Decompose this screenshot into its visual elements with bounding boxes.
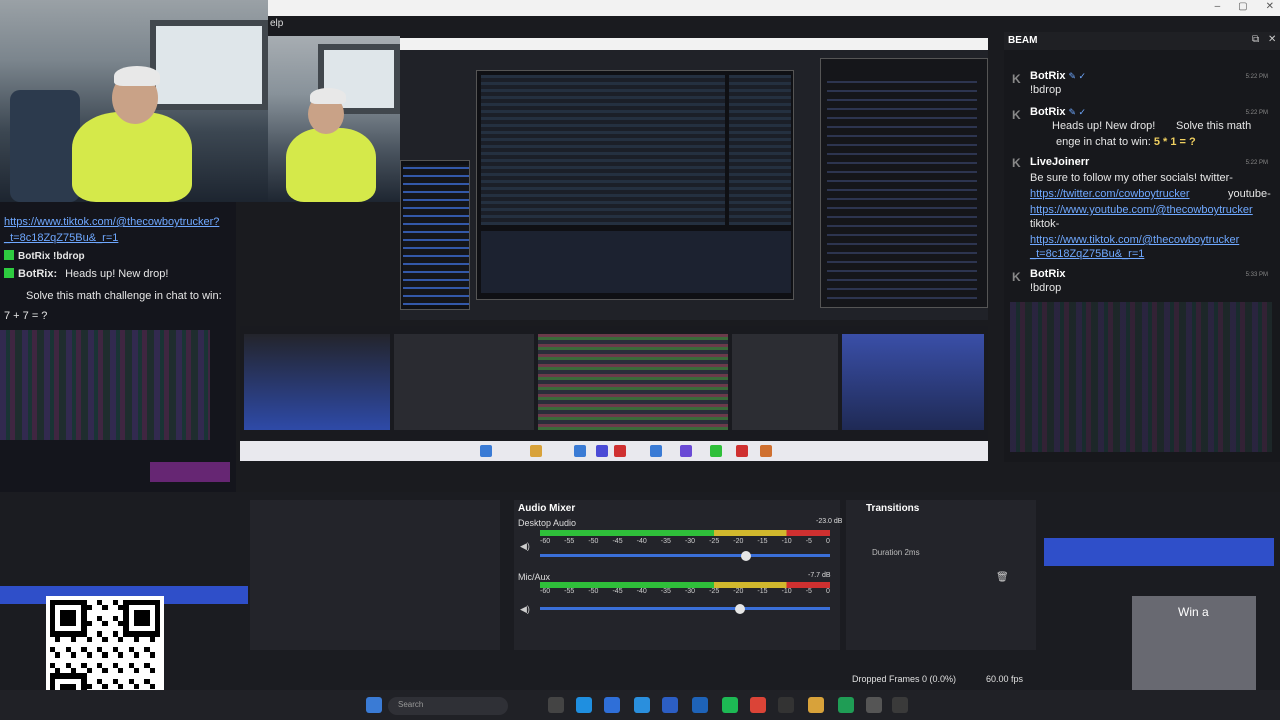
track-db: -23.0 dB (816, 518, 843, 525)
app-icon[interactable] (662, 697, 678, 713)
track-db: -7.7 dB (808, 572, 831, 579)
preview-canvas (400, 50, 988, 320)
meter-ticks: -60 -55 -50 -45 -40 -35 -30 -25 -20 -15 -10 -5 0 (540, 588, 830, 595)
start-icon[interactable] (366, 697, 382, 713)
minimize-icon[interactable]: – (1215, 1, 1221, 12)
glitch-area (150, 462, 230, 482)
message-text: youtube- (1228, 188, 1271, 200)
nested-chat (820, 58, 988, 308)
message-time: 5:33 PM (1245, 272, 1268, 278)
message-link[interactable]: https://www.youtube.com/@thecowboytrucke… (1030, 204, 1253, 216)
preview-titlebar (400, 38, 988, 50)
app-icon[interactable] (838, 697, 854, 713)
files-icon[interactable] (548, 697, 564, 713)
webcam-view (0, 0, 268, 202)
chat-message: BotRix ✎ ✓ (1030, 106, 1087, 118)
taskbar-search[interactable]: Search (388, 697, 508, 715)
maximize-icon[interactable]: ▢ (1238, 1, 1247, 12)
avatar: K (1012, 108, 1021, 122)
giveaway-text: Win a (1178, 605, 1209, 619)
bot-icon (4, 268, 14, 278)
avatar: K (1012, 72, 1021, 86)
chat-overlay: https://www.tiktok.com/@thecowboytrucker… (0, 202, 236, 492)
chat-message: BotRix !bdrop (4, 250, 85, 262)
glitch-area (1010, 302, 1272, 452)
message-text: tiktok- (1030, 218, 1060, 230)
chat-link-suffix[interactable]: _t=8c18ZqZ75Bu&_r=1 (4, 232, 118, 244)
volume-slider-knob[interactable] (740, 551, 751, 561)
scenes-preview (240, 326, 988, 444)
message-link[interactable]: https://www.tiktok.com/@thecowboytrucker (1030, 234, 1239, 246)
speaker-icon[interactable]: ◀) (520, 604, 530, 614)
dropped-frames: Dropped Frames 0 (0.0%) (852, 674, 957, 684)
transitions-title: Transitions (866, 503, 920, 514)
message-link[interactable]: https://twitter.com/cowboytrucker (1030, 188, 1190, 200)
audio-mixer-title: Audio Mixer (518, 503, 576, 514)
chat-message: LiveJoinerr (1030, 156, 1090, 168)
fps-readout: 60.00 fps (986, 674, 1024, 684)
avatar: K (1012, 156, 1021, 170)
message-text: enge in chat to win: 5 * 1 = ? (1056, 136, 1196, 148)
trash-icon[interactable]: 🗑 (996, 572, 1009, 583)
message-time: 5:22 PM (1245, 160, 1268, 166)
chrome-icon[interactable] (750, 697, 766, 713)
sources-panel (250, 500, 500, 650)
beam-title: BEAM (1004, 32, 1280, 50)
message-text: Solve this math (1176, 120, 1252, 132)
controls-highlight[interactable] (1044, 538, 1274, 566)
webcam-preview (268, 36, 400, 202)
chat-message: BotRix (1030, 268, 1066, 280)
avatar: K (1012, 270, 1021, 284)
app-icon[interactable] (634, 697, 650, 713)
spotify-icon[interactable] (722, 697, 738, 713)
chat-message-math: 7 + 7 = ? (4, 310, 48, 322)
chat-message-text: Solve this math challenge in chat to win… (26, 290, 222, 302)
edge-icon[interactable] (576, 697, 592, 713)
obs-icon[interactable] (778, 697, 794, 713)
volume-slider[interactable] (540, 607, 830, 610)
close-icon[interactable]: ✕ (1268, 34, 1276, 45)
message-text: !bdrop (1030, 282, 1062, 294)
nested-capture (476, 70, 794, 300)
message-time: 5:22 PM (1245, 74, 1268, 80)
menu-help[interactable]: elp (270, 18, 283, 29)
transition-duration[interactable]: Duration 2ms (872, 548, 920, 557)
message-text: Be sure to follow my other socials! twit… (1030, 172, 1233, 184)
close-icon[interactable]: ✕ (1266, 1, 1274, 12)
chat-message: BotRix ✎ ✓ (1030, 70, 1087, 82)
popout-icon[interactable]: ⧉ (1252, 34, 1259, 45)
app-icon[interactable] (892, 697, 908, 713)
folder-icon[interactable] (808, 697, 824, 713)
message-link[interactable]: _t=8c18ZqZ75Bu&_r=1 (1030, 248, 1144, 260)
message-text: !bdrop (1030, 84, 1062, 96)
speaker-icon[interactable]: ◀) (520, 541, 530, 551)
chat-link[interactable]: https://www.tiktok.com/@thecowboytrucker… (4, 216, 219, 228)
window-controls: – ▢ ✕ (1215, 1, 1274, 12)
chat-message: BotRix: Heads up! New drop! (4, 268, 168, 280)
track-label: Mic/Aux (518, 572, 551, 582)
message-text: Heads up! New drop! (1052, 120, 1156, 132)
nested-chat-left (400, 160, 470, 310)
store-icon[interactable] (604, 697, 620, 713)
nested-taskbar (240, 441, 988, 461)
volume-slider[interactable] (540, 554, 830, 557)
bot-icon (4, 250, 14, 260)
glitch-area (0, 330, 210, 440)
meter-ticks: -60 -55 -50 -45 -40 -35 -30 -25 -20 -15 -10 -5 0 (540, 538, 830, 545)
track-label: Desktop Audio (518, 518, 577, 528)
message-time: 5:22 PM (1245, 110, 1268, 116)
audio-meter (540, 530, 830, 536)
app-icon[interactable] (866, 697, 882, 713)
app-icon[interactable] (692, 697, 708, 713)
